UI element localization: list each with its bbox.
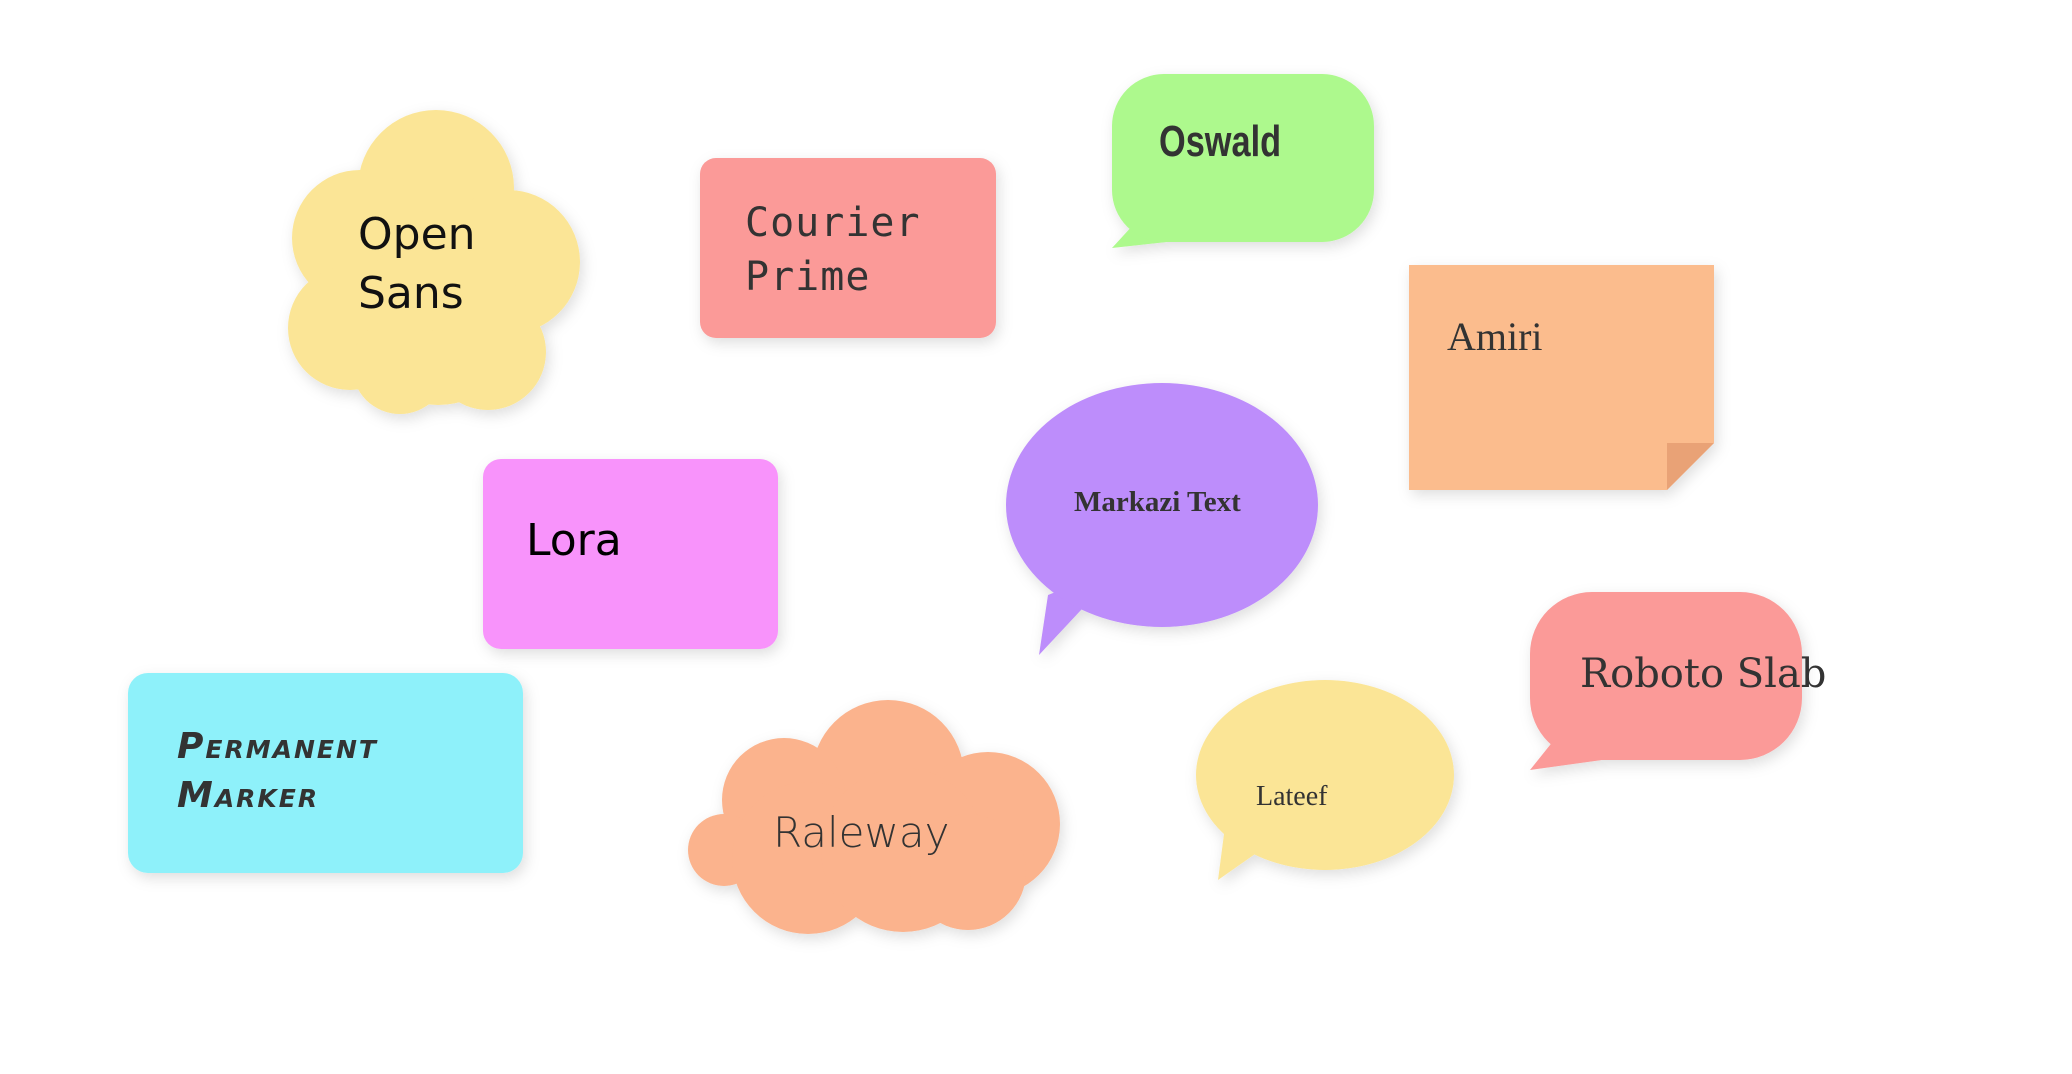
specimen-card-courier-prime[interactable]: Courier Prime xyxy=(700,158,996,338)
rounded-rect-shape-lora xyxy=(483,459,778,649)
cloud-shape-raleway xyxy=(688,700,1060,934)
specimen-card-permanent-marker[interactable]: Permanent Marker xyxy=(128,673,523,873)
sticky-note-shape-amiri xyxy=(1409,265,1714,490)
specimen-card-raleway[interactable]: Raleway xyxy=(688,700,1068,935)
speech-bubble-shape-oswald xyxy=(1112,74,1374,248)
ellipse-bubble-shape-markazi-text xyxy=(1006,383,1318,655)
specimen-card-markazi-text[interactable]: Markazi Text xyxy=(1006,383,1318,663)
specimen-card-oswald[interactable]: Oswald xyxy=(1112,74,1394,264)
ellipse-bubble-shape-lateef xyxy=(1196,680,1454,880)
rounded-rect-shape-courier-prime xyxy=(700,158,996,338)
specimen-card-lateef[interactable]: Lateef xyxy=(1196,680,1456,890)
specimen-card-lora[interactable]: Lora xyxy=(483,459,778,649)
font-specimen-board: Open Sans Courier Prime Oswald Amiri Lor… xyxy=(0,0,2072,1074)
specimen-card-open-sans[interactable]: Open Sans xyxy=(288,110,583,414)
cloud-shape-open-sans xyxy=(288,110,580,414)
rounded-rect-shape-permanent-marker xyxy=(128,673,523,873)
specimen-card-amiri[interactable]: Amiri xyxy=(1409,265,1714,490)
specimen-card-roboto-slab[interactable]: Roboto Slab xyxy=(1530,592,1890,797)
folded-corner-icon xyxy=(1667,443,1714,490)
speech-bubble-shape-roboto-slab xyxy=(1530,592,1802,770)
